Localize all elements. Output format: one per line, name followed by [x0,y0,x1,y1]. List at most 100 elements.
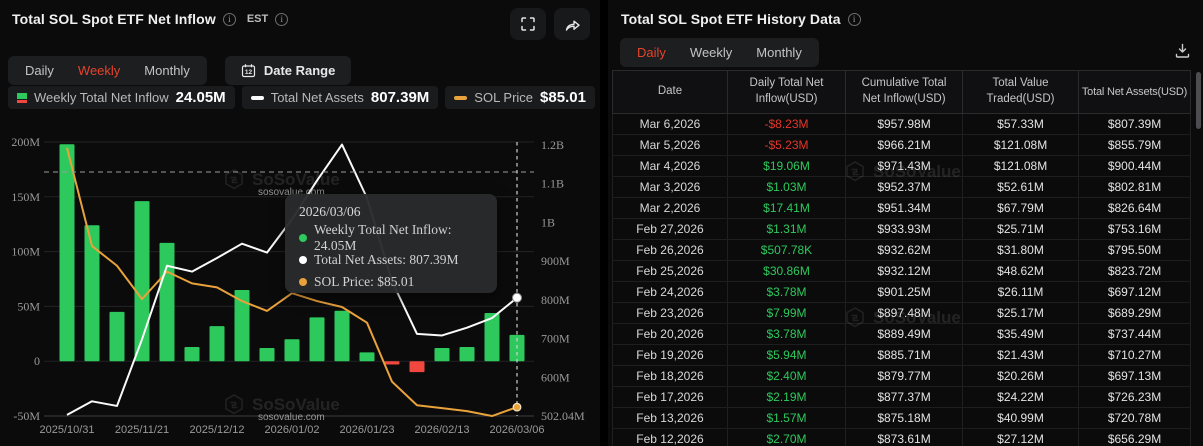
net-assets-cell: $689.29M [1079,303,1191,323]
net-assets-cell: $720.78M [1079,408,1191,428]
date-cell: Mar 2,2026 [612,198,728,218]
x-axis-label: 2025/11/21 [115,424,169,436]
cumulative-inflow-cell: $952.37M [846,177,963,197]
date-cell: Feb 26,2026 [612,240,728,260]
daily-inflow-cell: $1.03M [728,177,846,197]
table-row: Mar 4,2026$19.06M$971.43M$121.08M$900.44… [612,156,1191,177]
cumulative-inflow-cell: $879.77M [846,366,963,386]
share-button[interactable] [554,8,590,40]
date-cell: Mar 6,2026 [612,114,728,134]
left-axis-label: 150M [11,190,40,204]
tab-daily[interactable]: Daily [14,60,65,81]
net-assets-cell: $826.64M [1079,198,1191,218]
cumulative-inflow-cell: $933.93M [846,219,963,239]
column-header: Date [612,71,728,113]
table-scrollbar[interactable] [1196,72,1201,129]
legend-value: $85.01 [540,89,586,106]
x-axis-label: 2026/01/23 [339,424,394,436]
inflow-bar [160,243,175,361]
fullscreen-button[interactable] [510,8,546,40]
x-axis-label: 2026/01/02 [264,424,319,436]
left-axis-label: 200M [11,135,40,149]
date-cell: Mar 4,2026 [612,156,728,176]
date-cell: Feb 18,2026 [612,366,728,386]
tooltip-series-dot [299,234,307,242]
cumulative-inflow-cell: $971.43M [846,156,963,176]
x-axis-label: 2026/02/13 [414,424,469,436]
daily-inflow-cell: $5.94M [728,345,846,365]
table-title: Total SOL Spot ETF History Data [621,11,841,27]
inflow-bar [285,339,300,361]
right-axis-label: 1.2B [541,138,564,152]
tooltip-series-dot [299,256,307,264]
tab-weekly[interactable]: Weekly [67,60,131,81]
net-assets-cell: $697.13M [1079,366,1191,386]
column-header: Daily Total Net Inflow(USD) [728,71,846,113]
column-header: Cumulative Total Net Inflow(USD) [846,71,963,113]
value-traded-cell: $25.71M [963,219,1079,239]
tooltip-text: SOL Price: $85.01 [314,274,414,290]
tooltip-date: 2026/03/06 [299,204,485,220]
x-axis-label: 2025/12/12 [189,424,244,436]
daily-inflow-cell: $2.70M [728,429,846,446]
info-icon[interactable]: i [848,13,861,26]
table-row: Mar 3,2026$1.03M$952.37M$52.61M$802.81M [612,177,1191,198]
inflow-bar [410,361,425,372]
page: Total SOL Spot ETF Net Inflow i EST i Da… [0,0,1203,446]
daily-inflow-cell: $3.78M [728,282,846,302]
tab-daily[interactable]: Daily [626,42,677,63]
legend-item-0[interactable]: Weekly Total Net Inflow24.05M [8,86,235,109]
value-traded-cell: $67.79M [963,198,1079,218]
value-traded-cell: $121.08M [963,156,1079,176]
right-axis-label: 502.04M [541,409,585,423]
right-axis-label: 900M [541,254,570,268]
legend-item-2[interactable]: SOL Price$85.01 [445,86,595,109]
download-button[interactable] [1174,42,1191,62]
info-icon[interactable]: i [275,13,288,26]
table-header: DateDaily Total Net Inflow(USD)Cumulativ… [612,70,1191,114]
inflow-bar [260,348,275,361]
date-cell: Feb 24,2026 [612,282,728,302]
date-range-button[interactable]: 12 Date Range [225,56,352,85]
tab-monthly[interactable]: Monthly [745,42,813,63]
inflow-bar [435,348,450,361]
date-cell: Feb 17,2026 [612,387,728,407]
net-inflow-panel: Total SOL Spot ETF Net Inflow i EST i Da… [0,0,600,446]
history-data-panel: Total SOL Spot ETF History Data i DailyW… [608,0,1203,446]
cumulative-inflow-cell: $877.37M [846,387,963,407]
table-row: Feb 18,2026$2.40M$879.77M$20.26M$697.13M [612,366,1191,387]
value-traded-cell: $121.08M [963,135,1079,155]
net-assets-cell: $753.16M [1079,219,1191,239]
tab-monthly[interactable]: Monthly [133,60,201,81]
value-traded-cell: $40.99M [963,408,1079,428]
bar-series-swatch [17,93,27,103]
net-assets-cell: $737.44M [1079,324,1191,344]
left-axis-label: 0 [34,354,40,368]
daily-inflow-cell: $3.78M [728,324,846,344]
legend-item-1[interactable]: Total Net Assets807.39M [242,86,439,109]
tab-weekly[interactable]: Weekly [679,42,743,63]
daily-inflow-cell: $2.19M [728,387,846,407]
daily-inflow-cell: -$8.23M [728,114,846,134]
net-assets-cell: $697.12M [1079,282,1191,302]
inflow-bar [110,312,125,361]
tooltip-row: SOL Price: $85.01 [299,271,485,293]
fullscreen-icon [520,16,536,32]
table-row: Feb 26,2026$507.78K$932.62M$31.80M$795.5… [612,240,1191,261]
tooltip-row: Total Net Assets: 807.39M [299,249,485,271]
timezone-label: EST [247,13,268,25]
right-axis-label: 800M [541,293,570,307]
date-range-label: Date Range [264,63,336,78]
chart-title: Total SOL Spot ETF Net Inflow [12,11,216,27]
net-assets-cell: $855.79M [1079,135,1191,155]
cumulative-inflow-cell: $951.34M [846,198,963,218]
info-icon[interactable]: i [223,13,236,26]
date-cell: Feb 19,2026 [612,345,728,365]
legend-label: Total Net Assets [271,90,364,105]
x-axis-label: 2025/10/31 [39,424,94,436]
value-traded-cell: $20.26M [963,366,1079,386]
column-header: Total Value Traded(USD) [963,71,1079,113]
cumulative-inflow-cell: $901.25M [846,282,963,302]
history-table: DateDaily Total Net Inflow(USD)Cumulativ… [612,70,1191,446]
tooltip-text: Weekly Total Net Inflow: 24.05M [314,222,485,254]
